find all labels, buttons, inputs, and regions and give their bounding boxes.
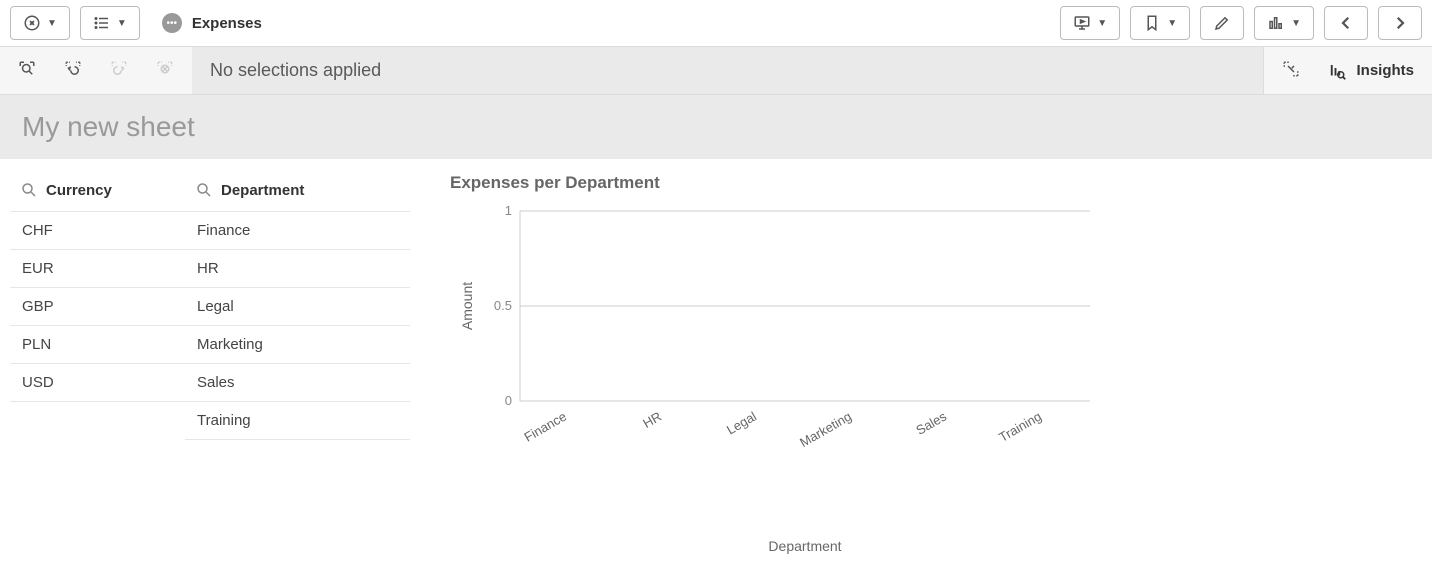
sheet-content: Currency CHFEURGBPPLNUSD Department Fina… — [0, 159, 1432, 541]
app-icon: ••• — [162, 13, 182, 33]
step-back-button[interactable] — [64, 60, 82, 81]
compass-icon — [23, 14, 41, 32]
selection-tools — [0, 47, 192, 94]
filter-label: Department — [221, 182, 304, 199]
top-toolbar: ▼ ▼ ••• Expenses ▼ ▼ — [0, 0, 1432, 47]
svg-text:Sales: Sales — [913, 408, 949, 437]
clear-selections-button — [156, 60, 174, 81]
chart-svg: 0 0.5 1 Finance HR Legal Marketing Sales Trainin… — [450, 201, 1100, 561]
svg-text:Marketing: Marketing — [797, 409, 854, 451]
svg-text:HR: HR — [640, 409, 664, 431]
insights-label: Insights — [1356, 62, 1414, 79]
svg-text:1: 1 — [505, 203, 512, 218]
chevron-down-icon: ▼ — [1291, 18, 1301, 29]
selection-search-icon — [18, 60, 36, 78]
filter-label: Currency — [46, 182, 112, 199]
prev-sheet-button[interactable] — [1324, 6, 1368, 40]
chart-canvas: 0 0.5 1 Finance HR Legal Marketing Sales Trainin… — [450, 201, 1412, 521]
filter-item[interactable]: Legal — [185, 288, 410, 326]
bookmark-icon — [1143, 14, 1161, 32]
chevron-right-icon — [1391, 14, 1409, 32]
svg-text:Department: Department — [768, 538, 841, 554]
presentation-icon — [1073, 14, 1091, 32]
smart-search-button[interactable] — [18, 60, 36, 81]
app-title-wrap: ••• Expenses — [162, 13, 262, 33]
filter-item[interactable]: PLN — [10, 326, 185, 364]
toolbar-right: ▼ ▼ ▼ — [1060, 6, 1422, 40]
svg-text:0.5: 0.5 — [494, 298, 512, 313]
bookmark-button[interactable]: ▼ — [1130, 6, 1190, 40]
play-story-button[interactable]: ▼ — [1060, 6, 1120, 40]
filter-item[interactable]: GBP — [10, 288, 185, 326]
selection-status-text: No selections applied — [192, 47, 1263, 94]
clear-selection-icon — [156, 60, 174, 78]
selection-bar-right: Insights — [1263, 47, 1432, 94]
filter-item[interactable]: HR — [185, 250, 410, 288]
filter-item[interactable]: Marketing — [185, 326, 410, 364]
edit-sheet-button[interactable] — [1200, 6, 1244, 40]
svg-text:Amount: Amount — [459, 282, 475, 330]
chart-icon — [1267, 14, 1285, 32]
pencil-icon — [1213, 14, 1231, 32]
redo-selection-icon — [110, 60, 128, 78]
step-forward-button — [110, 60, 128, 81]
chart-object[interactable]: Expenses per Department 0 0.5 1 Finance HR Le… — [410, 169, 1422, 531]
filter-item[interactable]: EUR — [10, 250, 185, 288]
search-icon — [20, 181, 38, 199]
filter-item[interactable]: Finance — [185, 211, 410, 250]
svg-text:Training: Training — [996, 409, 1044, 445]
svg-text:Finance: Finance — [521, 409, 569, 445]
filter-header[interactable]: Department — [185, 173, 410, 211]
selection-bar: No selections applied Insights — [0, 47, 1432, 95]
next-sheet-button[interactable] — [1378, 6, 1422, 40]
filter-item[interactable]: USD — [10, 364, 185, 402]
filter-item[interactable]: CHF — [10, 211, 185, 250]
filter-pane-department[interactable]: Department FinanceHRLegalMarketingSalesT… — [185, 169, 410, 531]
svg-text:Legal: Legal — [724, 409, 759, 438]
filter-list: FinanceHRLegalMarketingSalesTraining — [185, 211, 410, 440]
navigate-button[interactable]: ▼ — [10, 6, 70, 40]
list-icon — [93, 14, 111, 32]
insights-icon — [1328, 62, 1346, 80]
toolbar-left: ▼ ▼ ••• Expenses — [10, 6, 262, 40]
app-title: Expenses — [192, 15, 262, 32]
chevron-down-icon: ▼ — [1167, 18, 1177, 29]
sheet-title[interactable]: My new sheet — [22, 111, 1410, 143]
filter-list: CHFEURGBPPLNUSD — [10, 211, 185, 402]
chart-title: Expenses per Department — [450, 173, 1412, 193]
selections-icon — [1282, 60, 1300, 78]
filter-header[interactable]: Currency — [10, 173, 185, 211]
view-list-button[interactable]: ▼ — [80, 6, 140, 40]
selections-tool-button[interactable] — [1282, 60, 1300, 81]
chevron-left-icon — [1337, 14, 1355, 32]
svg-text:0: 0 — [505, 393, 512, 408]
chevron-down-icon: ▼ — [117, 18, 127, 29]
search-icon — [195, 181, 213, 199]
chevron-down-icon: ▼ — [47, 18, 57, 29]
filter-item[interactable]: Sales — [185, 364, 410, 402]
sheet-title-bar: My new sheet — [0, 95, 1432, 159]
filter-pane-currency[interactable]: Currency CHFEURGBPPLNUSD — [10, 169, 185, 531]
filter-item[interactable]: Training — [185, 402, 410, 440]
sheet-list-button[interactable]: ▼ — [1254, 6, 1314, 40]
undo-selection-icon — [64, 60, 82, 78]
insights-button[interactable]: Insights — [1328, 62, 1414, 80]
chevron-down-icon: ▼ — [1097, 18, 1107, 29]
